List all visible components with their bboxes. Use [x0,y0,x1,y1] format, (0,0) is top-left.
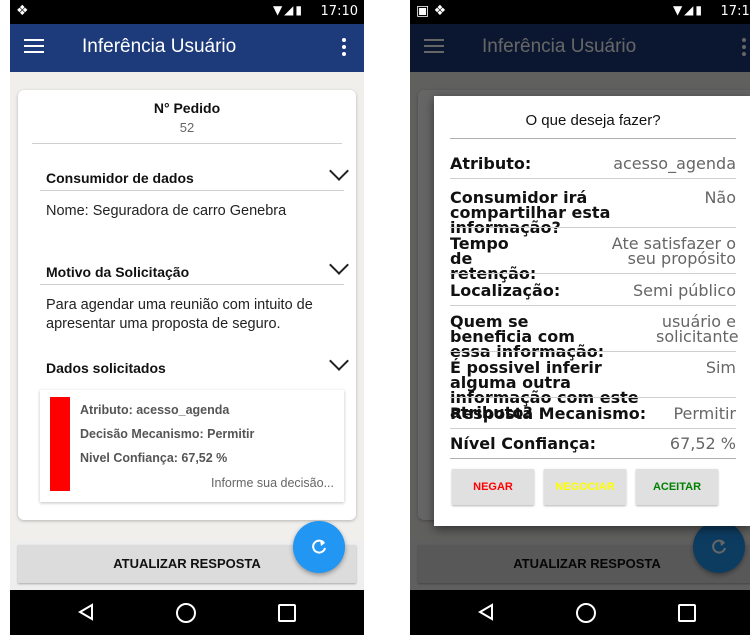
row-value: Não [704,188,736,207]
request-card: N° Pedido 52 Consumidor de dados Nome: S… [18,90,356,520]
divider [450,227,736,228]
row-value: Permitir [673,404,736,423]
item-confianca: Nivel Confiança: 67,52 % [80,451,228,465]
row-value: Ate satisfazer o seu propósito [611,234,736,268]
divider [450,458,736,459]
recent-apps-icon[interactable] [678,604,696,622]
recent-apps-icon[interactable] [278,604,296,622]
item-inform-decision[interactable]: Informe sua decisão... [211,476,334,490]
dialog-title: O que deseja fazer? [525,112,661,129]
row-label: Resposta Mecanismo: [450,404,647,423]
row-value: Semi público [632,281,736,300]
divider [450,178,736,179]
pedido-number: 52 [179,120,195,135]
app-title: Inferência Usuário [82,36,237,57]
dropbox-icon: ❖ [16,3,29,19]
row-label: Tempo de retenção: [450,234,537,283]
main-content[interactable]: N° Pedido 52 Consumidor de dados Nome: S… [10,72,364,540]
divider [40,190,344,191]
divider [40,284,344,285]
requested-data-item[interactable]: Atributo: acesso_agenda Decisão Mecanism… [40,390,344,502]
row-value: 67,52 % [669,434,736,453]
chevron-down-icon[interactable] [329,351,349,371]
pedido-label: N° Pedido [153,100,221,116]
decision-dialog: O que deseja fazer? Atributo: acesso_age… [434,96,750,526]
decision-color-bar [50,397,70,491]
menu-icon[interactable] [24,35,44,55]
negar-button[interactable]: NEGAR [452,469,534,505]
chevron-down-icon[interactable] [329,255,349,275]
row-value: usuário e solicitante [656,312,739,346]
phone-screen-dialog: ▣ ❖ ▼◢▮ 17:10 Inferência Usuário ATUALIZ… [410,0,750,635]
chevron-down-icon[interactable] [329,161,349,181]
back-icon[interactable] [478,603,494,621]
status-time: 17:10 [320,4,358,19]
row-label: Quem se beneficia com essa informação: [450,312,605,361]
phone-screen-main: ❖ ▼◢▮ 17:10 Inferência Usuário N° Pedido… [10,0,364,635]
row-label: Consumidor irá compartilhar esta informa… [450,188,611,237]
back-icon[interactable] [78,603,94,621]
divider [450,397,736,398]
android-nav-bar [410,590,750,635]
section-title-motivo[interactable]: Motivo da Solicitação [46,264,189,280]
app-toolbar: Inferência Usuário [10,24,364,72]
divider [32,143,342,144]
android-nav-bar [10,590,364,635]
divider [450,428,736,429]
status-bar: ❖ ▼◢▮ 17:10 [10,0,364,24]
motivo-text: Para agendar uma reunião com intuito de … [46,297,313,332]
item-decisao: Decisão Mecanismo: Permitir [80,427,255,441]
status-time: 17:10 [720,4,750,19]
home-icon[interactable] [176,603,196,623]
aceitar-button[interactable]: ACEITAR [636,469,718,505]
status-bar: ▣ ❖ ▼◢▮ 17:10 [410,0,750,24]
home-icon[interactable] [576,603,596,623]
refresh-icon [312,539,326,554]
divider [450,305,736,306]
row-value: acesso_agenda [613,154,736,173]
more-vert-icon[interactable] [342,36,346,59]
row-label: Nível Confiança: [450,434,597,453]
divider [450,351,736,352]
row-value: Sim [705,358,736,377]
row-label: Localização: [450,281,561,300]
refresh-fab[interactable] [293,521,345,573]
item-atributo: Atributo: acesso_agenda [80,403,230,417]
consumidor-text: Nome: Seguradora de carro Genebra [46,203,287,219]
signal-battery-icons: ▼◢▮ [272,3,304,17]
negociar-button[interactable]: NEGOCIAR [544,469,626,505]
divider [450,273,736,274]
section-title-dados[interactable]: Dados solicitados [46,360,166,376]
signal-battery-icons: ▼◢▮ [672,3,704,17]
notification-icons: ▣ ❖ [416,3,447,19]
divider [450,138,736,139]
row-label: Atributo: [450,154,532,173]
section-title-consumidor[interactable]: Consumidor de dados [46,170,194,186]
